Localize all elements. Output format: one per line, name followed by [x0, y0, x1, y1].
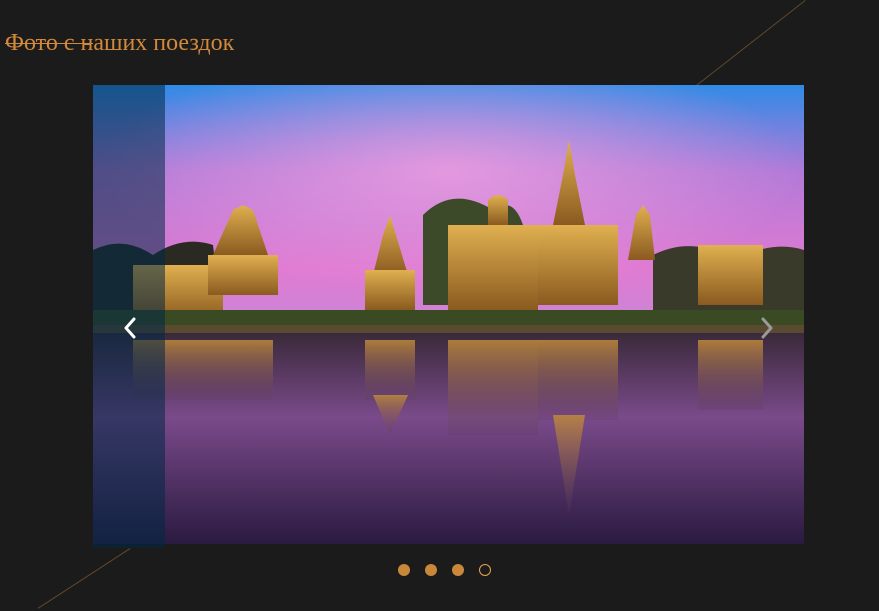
slider-pagination	[398, 564, 491, 578]
photo-slider[interactable]	[93, 85, 804, 544]
slide-image	[93, 85, 804, 544]
next-slide-button[interactable]	[752, 313, 782, 343]
prev-slide-button[interactable]	[115, 313, 145, 343]
slider-dot-1[interactable]	[398, 564, 410, 576]
decorative-diagonal-line	[686, 0, 806, 94]
title-underline	[5, 43, 93, 44]
decorative-diagonal-line	[37, 548, 131, 609]
slider-dot-4-active[interactable]	[479, 564, 491, 576]
slider-dot-3[interactable]	[452, 564, 464, 576]
chevron-left-icon	[124, 317, 136, 339]
chevron-right-icon	[761, 317, 773, 339]
slider-dot-2[interactable]	[425, 564, 437, 576]
